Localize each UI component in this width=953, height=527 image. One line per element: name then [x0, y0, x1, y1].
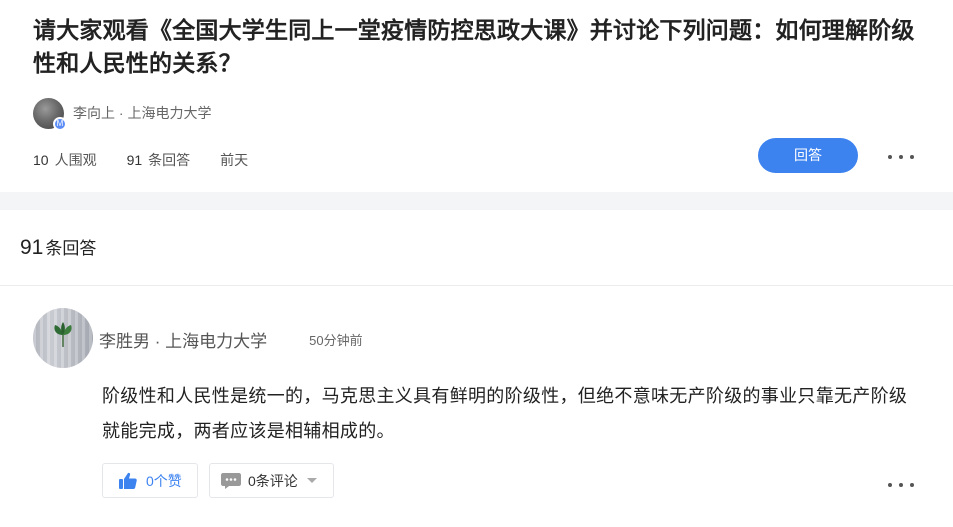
- comment-button[interactable]: 0条评论: [209, 463, 334, 498]
- question-card: 请大家观看《全国大学生同上一堂疫情防控思政大课》并讨论下列问题：如何理解阶级性和…: [0, 0, 953, 192]
- dot: [910, 155, 914, 159]
- views-count: 10: [33, 152, 49, 168]
- answers-label: 条回答: [148, 152, 191, 168]
- leaf-icon: [54, 322, 72, 347]
- section-divider: [0, 192, 953, 210]
- like-count: 0个赞: [146, 472, 182, 489]
- answers-header: 91 条回答: [0, 210, 953, 286]
- dot: [899, 483, 903, 487]
- answers-total-label: 条回答: [45, 239, 97, 258]
- asker-info: M 李向上 · 上海电力大学: [33, 97, 211, 131]
- dot: [899, 155, 903, 159]
- question-time: 前天: [220, 150, 248, 170]
- author-avatar[interactable]: [33, 308, 93, 368]
- answers-count: 91: [126, 152, 143, 168]
- views-stat: 10 人围观: [33, 150, 97, 170]
- asker-name[interactable]: 李向上 · 上海电力大学: [73, 103, 211, 123]
- caret-down-icon: [306, 478, 317, 483]
- answers-stat: 91 条回答: [127, 150, 191, 170]
- answer-more-dots-icon[interactable]: [888, 480, 914, 490]
- question-more-dots-icon[interactable]: [888, 152, 914, 162]
- answers-total: 91 条回答: [20, 234, 96, 260]
- question-meta: 10 人围观 91 条回答 前天: [33, 149, 278, 171]
- answer-content: 阶级性和人民性是统一的，马克思主义具有鲜明的阶级性，但绝不意味无产阶级的事业只靠…: [102, 386, 908, 441]
- comment-count: 0条评论: [248, 472, 298, 489]
- answers-total-count: 91: [20, 236, 44, 259]
- author-line: 李胜男 · 上海电力大学 50分钟前: [99, 327, 363, 352]
- asker-avatar[interactable]: M: [33, 97, 67, 131]
- dot: [888, 155, 892, 159]
- views-label: 人围观: [54, 152, 97, 168]
- like-button[interactable]: 0个赞: [102, 463, 198, 498]
- answer-time: 50分钟前: [309, 333, 363, 348]
- question-time-text: 前天: [220, 152, 249, 168]
- answer-button[interactable]: 回答: [758, 138, 858, 173]
- dot: [910, 483, 914, 487]
- thumbs-up-icon: [119, 472, 137, 489]
- question-title[interactable]: 请大家观看《全国大学生同上一堂疫情防控思政大课》并讨论下列问题：如何理解阶级性和…: [33, 14, 923, 80]
- dot: [888, 483, 892, 487]
- answer-item: 李胜男 · 上海电力大学 50分钟前 阶级性和人民性是统一的，马克思主义具有鲜明…: [0, 287, 953, 527]
- author-name[interactable]: 李胜男 · 上海电力大学: [99, 327, 267, 352]
- comment-icon: [221, 472, 241, 489]
- avatar-badge-icon: M: [53, 116, 67, 131]
